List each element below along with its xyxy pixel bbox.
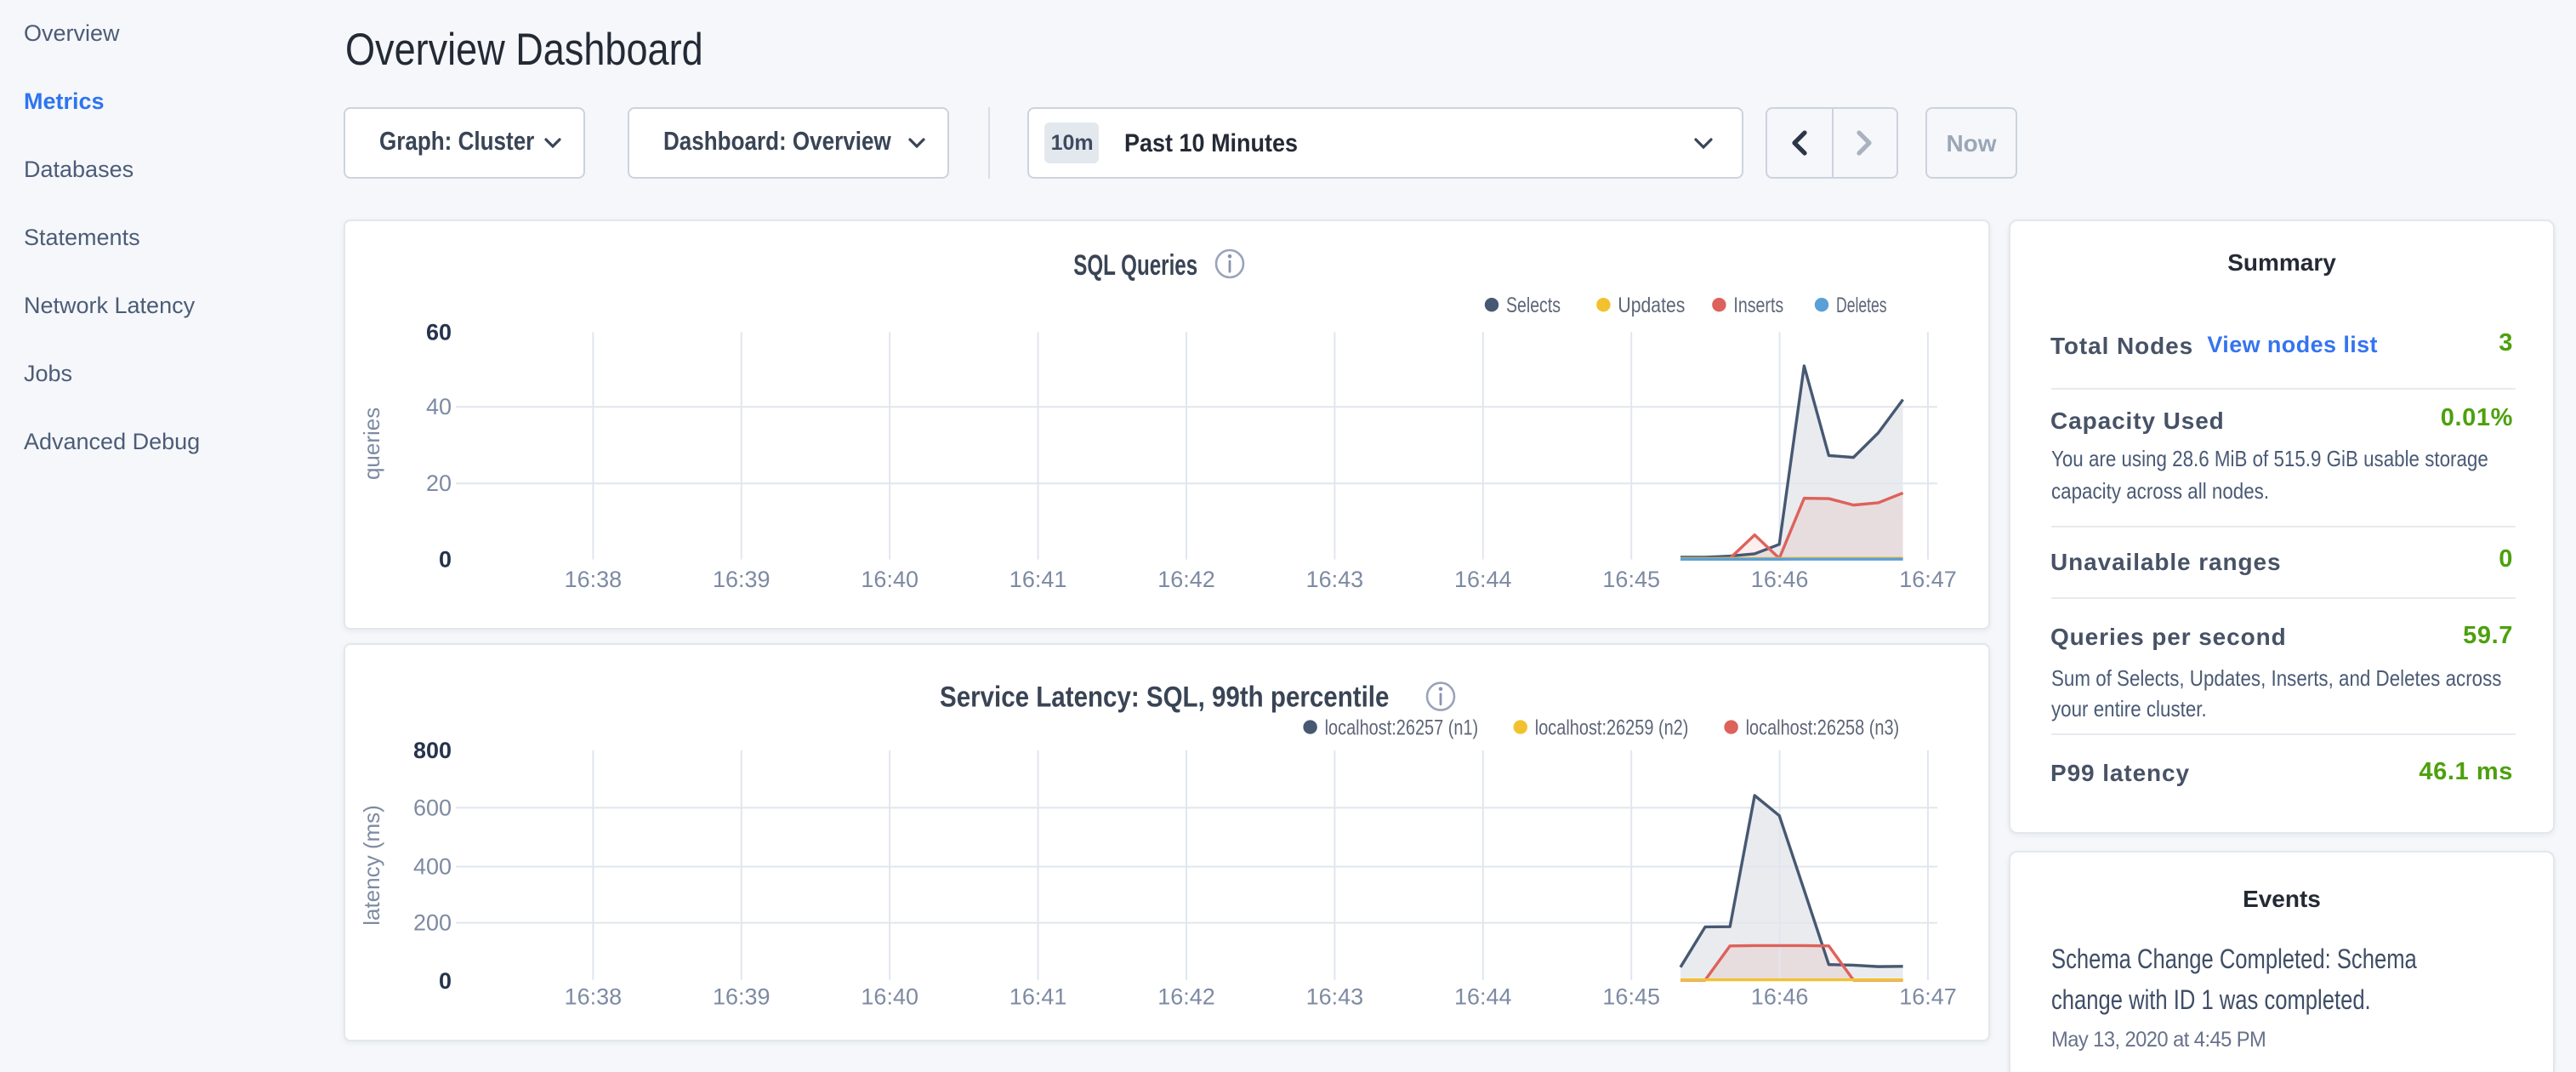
svg-text:16:41: 16:41 xyxy=(1009,984,1067,1010)
svg-text:16:46: 16:46 xyxy=(1751,984,1809,1010)
svg-text:16:46: 16:46 xyxy=(1751,567,1809,592)
svg-text:16:43: 16:43 xyxy=(1306,984,1364,1010)
svg-text:60: 60 xyxy=(426,319,452,345)
svg-text:0: 0 xyxy=(439,968,452,994)
svg-text:Service Latency: SQL, 99th per: Service Latency: SQL, 99th percentile xyxy=(940,681,1389,714)
svg-text:16:38: 16:38 xyxy=(565,984,623,1010)
svg-text:16:38: 16:38 xyxy=(565,567,623,592)
svg-text:16:44: 16:44 xyxy=(1454,984,1512,1010)
svg-text:16:39: 16:39 xyxy=(713,984,771,1010)
svg-text:600: 600 xyxy=(413,795,452,820)
svg-text:Deletes: Deletes xyxy=(1836,294,1887,317)
svg-text:16:40: 16:40 xyxy=(861,567,918,592)
svg-text:16:44: 16:44 xyxy=(1454,567,1512,592)
svg-text:16:42: 16:42 xyxy=(1157,984,1215,1010)
svg-text:0: 0 xyxy=(439,547,452,573)
svg-text:16:47: 16:47 xyxy=(1899,984,1957,1010)
svg-text:16:42: 16:42 xyxy=(1157,567,1215,592)
svg-text:200: 200 xyxy=(413,910,452,936)
svg-text:20: 20 xyxy=(426,470,452,496)
svg-text:16:47: 16:47 xyxy=(1899,567,1957,592)
svg-text:Selects: Selects xyxy=(1506,294,1561,317)
svg-text:16:45: 16:45 xyxy=(1602,984,1660,1010)
svg-text:Updates: Updates xyxy=(1618,294,1685,317)
svg-text:16:39: 16:39 xyxy=(713,567,771,592)
svg-text:localhost:26258 (n3): localhost:26258 (n3) xyxy=(1746,716,1900,739)
svg-text:16:40: 16:40 xyxy=(861,984,918,1010)
svg-text:40: 40 xyxy=(426,394,452,419)
svg-text:latency (ms): latency (ms) xyxy=(359,805,384,926)
svg-text:localhost:26259 (n2): localhost:26259 (n2) xyxy=(1535,716,1689,739)
svg-text:400: 400 xyxy=(413,854,452,880)
svg-text:800: 800 xyxy=(413,738,452,763)
svg-text:localhost:26257 (n1): localhost:26257 (n1) xyxy=(1325,716,1479,739)
svg-text:Inserts: Inserts xyxy=(1733,294,1783,317)
svg-text:queries: queries xyxy=(359,408,384,480)
svg-text:16:41: 16:41 xyxy=(1009,567,1067,592)
svg-text:16:43: 16:43 xyxy=(1306,567,1364,592)
svg-text:16:45: 16:45 xyxy=(1602,567,1660,592)
svg-text:SQL Queries: SQL Queries xyxy=(1073,249,1197,282)
